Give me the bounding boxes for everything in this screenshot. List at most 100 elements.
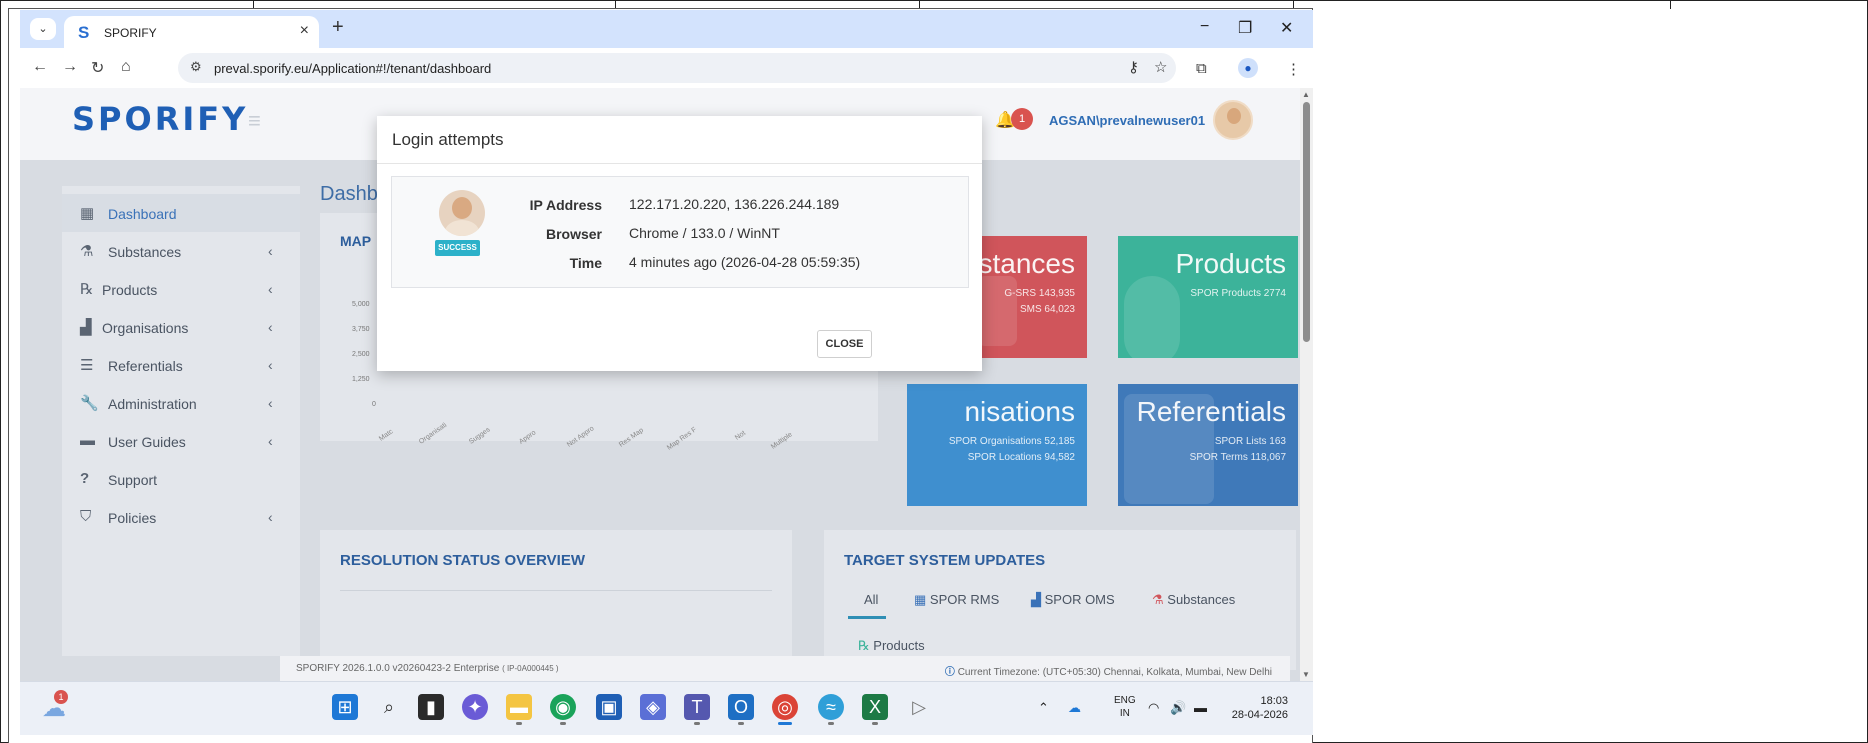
notification-badge[interactable]: 1 <box>1011 108 1033 130</box>
factory-icon: ▟ <box>1031 592 1045 607</box>
search-icon[interactable]: ⌕ <box>376 694 402 720</box>
site-info-icon[interactable]: ⚙ <box>190 59 202 75</box>
language-code: ENG <box>1114 695 1136 706</box>
username[interactable]: AGSAN\prevalnewuser01 <box>1049 113 1205 128</box>
page-scrollbar[interactable]: ▲ ▼ <box>1300 88 1313 681</box>
wifi-icon[interactable]: ◠ <box>1148 700 1159 716</box>
outlook-icon[interactable]: O <box>728 694 754 725</box>
sidebar-item-label: Administration <box>108 396 197 412</box>
home-icon[interactable]: ⌂ <box>121 58 131 76</box>
tab-spor-rms[interactable]: ▦ SPOR RMS <box>914 592 999 608</box>
scroll-down-icon[interactable]: ▼ <box>1302 670 1310 679</box>
omnibox[interactable]: ⚙ preval.sporify.eu/Application#!/tenant… <box>178 53 1176 83</box>
close-tab-icon[interactable]: × <box>300 22 309 40</box>
tile-title: nisations <box>964 396 1075 427</box>
minimize-icon[interactable]: − <box>1200 18 1209 36</box>
sidebar-item-organisations[interactable]: ▟ Organisations ‹ <box>62 308 300 346</box>
edge-icon[interactable]: ◉ <box>550 694 576 725</box>
back-icon[interactable]: ← <box>32 58 48 76</box>
dashboard-grid-icon: ▦ <box>80 205 95 222</box>
tab-substances[interactable]: ⚗ Substances <box>1152 592 1235 608</box>
volume-icon[interactable]: 🔊 <box>1170 700 1186 716</box>
language-indicator[interactable]: ENG IN <box>1114 694 1136 720</box>
file-explorer-icon[interactable]: ▬ <box>506 694 532 725</box>
active-tab-underline <box>848 616 886 619</box>
sidebar-item-policies[interactable]: ⛉ Policies ‹ <box>62 498 300 536</box>
map-card-title: MAP <box>340 233 372 249</box>
referentials-tile[interactable]: Referentials SPOR Lists 163 SPOR Terms 1… <box>1118 384 1298 506</box>
task-view-icon[interactable]: ▮ <box>418 694 444 720</box>
reload-icon[interactable]: ↻ <box>91 58 104 78</box>
sporify-logo[interactable]: SPORIFY <box>72 100 248 138</box>
excel-icon[interactable]: X <box>862 694 888 725</box>
tab-spor-oms[interactable]: ▟ SPOR OMS <box>1031 592 1115 608</box>
sidebar-item-dashboard[interactable]: ▦ Dashboard <box>62 194 300 232</box>
battery-icon[interactable]: ▬ <box>1194 700 1207 715</box>
running-indicator <box>872 722 878 725</box>
scrollbar-thumb[interactable] <box>1303 102 1310 342</box>
sidebar-item-administration[interactable]: 🔧 Administration ‹ <box>62 384 300 422</box>
running-indicator <box>516 722 522 725</box>
profile-icon[interactable]: ● <box>1238 58 1258 78</box>
restore-icon[interactable]: ❐ <box>1238 18 1252 38</box>
forward-icon[interactable]: → <box>62 58 78 76</box>
wrench-icon: 🔧 <box>80 395 99 412</box>
chevron-left-icon: ‹ <box>268 509 273 525</box>
book-icon: ▬ <box>80 432 95 449</box>
clock-date: 28-04-2026 <box>1231 709 1288 721</box>
store-icon[interactable]: ▣ <box>596 694 622 720</box>
tile-stat: SPOR Locations 94,582 <box>967 452 1075 463</box>
sidebar-item-label: User Guides <box>108 434 186 450</box>
close-button[interactable]: CLOSE <box>817 330 872 358</box>
tile-title: stances <box>978 248 1076 279</box>
y-tick-label: 3,750 <box>352 326 370 333</box>
version-tag: ( IP-0A000445 ) <box>502 664 559 673</box>
bookmark-star-icon[interactable]: ☆ <box>1154 58 1167 76</box>
copilot-icon[interactable]: ✦ <box>462 694 488 720</box>
target-system-updates-card: TARGET SYSTEM UPDATES All ▦ SPOR RMS ▟ S… <box>824 530 1296 670</box>
scroll-up-icon[interactable]: ▲ <box>1302 90 1310 99</box>
start-icon[interactable]: ⊞ <box>332 694 358 720</box>
hamburger-menu-icon[interactable]: ≡ <box>248 108 261 134</box>
y-tick-label: 5,000 <box>352 301 370 308</box>
tile-title: Products <box>1175 248 1287 279</box>
app-viewport: SPORIFY ≡ 🔔 1 AGSAN\prevalnewuser01 ▦ Da… <box>20 88 1313 681</box>
sidebar-item-referentials[interactable]: ☰ Referentials ‹ <box>62 346 300 384</box>
sidebar-item-support[interactable]: ? Support <box>62 460 300 498</box>
timezone-info: ⓘ Current Timezone: (UTC+05:30) Chennai,… <box>945 663 1272 678</box>
grid-icon: ▦ <box>914 592 930 607</box>
system-clock[interactable]: 18:03 28-04-2026 <box>1228 694 1288 722</box>
tile-stat: SPOR Products 2774 <box>1190 288 1286 299</box>
tab-all[interactable]: All <box>864 592 878 607</box>
frame-divider <box>1670 1 1671 9</box>
chrome-icon[interactable]: ◎ <box>772 694 798 725</box>
media-player-icon[interactable]: ▷ <box>906 694 932 720</box>
remote-desktop-icon[interactable]: ◈ <box>640 694 666 720</box>
organisations-tile[interactable]: nisations SPOR Organisations 52,185 SPOR… <box>907 384 1087 506</box>
password-key-icon[interactable]: ⚷ <box>1128 58 1139 76</box>
tab-search-button[interactable]: ⌄ <box>30 18 56 40</box>
extensions-icon[interactable]: ⧉ <box>1196 60 1207 77</box>
sidebar-item-products[interactable]: ℞ Products ‹ <box>62 270 300 308</box>
tab-label: Products <box>873 638 925 653</box>
running-indicator <box>738 722 744 725</box>
user-avatar[interactable] <box>1213 100 1253 140</box>
flask-icon: ⚗ <box>1152 592 1168 607</box>
tab-products[interactable]: ℞ Products <box>858 638 925 654</box>
browser-menu-icon[interactable]: ⋮ <box>1286 60 1301 78</box>
x-tick-label: Not <box>734 429 747 442</box>
teams-icon[interactable]: T <box>684 694 710 725</box>
sidebar-item-substances[interactable]: ⚗ Substances ‹ <box>62 232 300 270</box>
chevron-up-icon[interactable]: ⌃ <box>1038 700 1049 716</box>
cloud-app-icon[interactable]: ≈ <box>818 694 844 725</box>
close-window-icon[interactable]: ✕ <box>1280 18 1293 38</box>
sidebar-item-user-guides[interactable]: ▬ User Guides ‹ <box>62 422 300 460</box>
browser-tab[interactable]: S SPORIFY × <box>64 16 319 48</box>
page-title: Dashb <box>320 183 378 205</box>
new-tab-button[interactable]: + <box>332 16 344 39</box>
onedrive-icon[interactable]: ☁ <box>1068 700 1081 716</box>
sidebar-item-label: Organisations <box>102 320 189 336</box>
tab-strip: ⌄ S SPORIFY × + − ❐ ✕ <box>20 10 1313 48</box>
products-tile[interactable]: Products SPOR Products 2774 <box>1118 236 1298 358</box>
running-indicator <box>694 722 700 725</box>
